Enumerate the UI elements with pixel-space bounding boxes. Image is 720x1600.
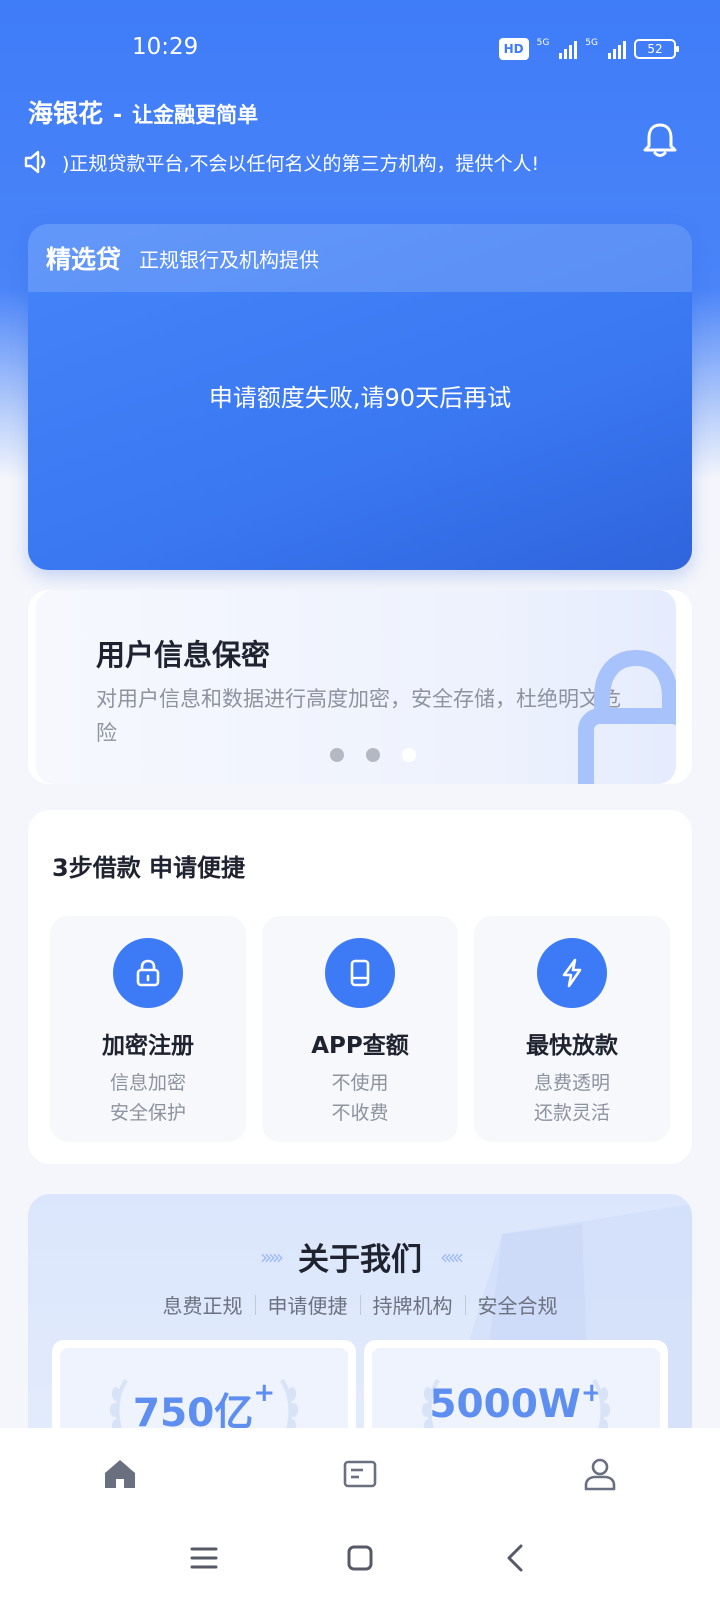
lock-icon [113, 938, 183, 1008]
user-icon[interactable] [580, 1454, 620, 1494]
step-card-loan[interactable]: 最快放款 息费透明 还款灵活 [474, 916, 670, 1142]
loan-card-title: 精选贷 [46, 245, 122, 274]
chevrons-left-icon: ‹‹‹‹‹ [440, 1244, 464, 1269]
steps-section: 3步借款 申请便捷 加密注册 信息加密 安全保护 APP查额 不使用 不收费 最… [28, 810, 692, 1164]
step-title: 加密注册 [102, 1033, 194, 1059]
tag-divider [359, 1294, 361, 1315]
chevrons-right-icon: ››››› [260, 1244, 284, 1269]
step-desc: 信息加密 [109, 1072, 186, 1094]
about-tags: 息费正规 申请便捷 持牌机构 安全合规 [28, 1290, 692, 1319]
about-tag: 安全合规 [477, 1294, 558, 1318]
status-indicators: HD 5G 5G 52 [498, 38, 679, 60]
promo-slide: 用户信息保密 对用户信息和数据进行高度加密，安全存储，杜绝明文危险 [36, 590, 676, 784]
brand-slogan: 让金融更简单 [132, 103, 259, 127]
tag-divider [254, 1294, 256, 1315]
system-nav-bar [0, 1518, 720, 1600]
home-icon[interactable] [100, 1454, 140, 1494]
step-title: APP查额 [311, 1033, 409, 1059]
speaker-icon [24, 150, 46, 174]
steps-title: 3步借款 申请便捷 [52, 854, 246, 882]
about-tag: 持牌机构 [372, 1294, 453, 1318]
notice-marquee[interactable]: )正规贷款平台,不会以任何名义的第三方机构，提供个人! [22, 144, 592, 180]
promo-title: 用户信息保密 [96, 638, 271, 672]
status-bar: 10:29 HD 5G 5G 52 [0, 30, 720, 70]
lightning-icon [537, 938, 607, 1008]
network-type-1: 5G [536, 38, 550, 48]
carousel-dot-active[interactable] [402, 748, 416, 762]
about-title: 关于我们 [298, 1242, 422, 1278]
carousel-indicator [330, 748, 416, 762]
step-card-register[interactable]: 加密注册 信息加密 安全保护 [50, 916, 246, 1142]
step-desc: 安全保护 [109, 1102, 186, 1124]
home-square-icon[interactable] [340, 1538, 380, 1578]
network-type-2: 5G [585, 38, 598, 48]
stat-value: 5000W+ [429, 1378, 603, 1427]
brand-name: 海银花 [28, 99, 104, 128]
status-time: 10:29 [132, 34, 199, 60]
signal-icon [608, 39, 626, 59]
carousel-dot[interactable] [366, 748, 380, 762]
back-icon[interactable] [496, 1538, 536, 1578]
step-desc: 息费透明 [533, 1072, 610, 1094]
about-tag: 息费正规 [162, 1294, 243, 1318]
carousel-dot[interactable] [330, 748, 344, 762]
step-title: 最快放款 [526, 1033, 618, 1059]
brand-separator: - [113, 103, 123, 128]
step-desc: 不收费 [331, 1102, 389, 1124]
tablet-icon [325, 938, 395, 1008]
loan-card[interactable]: 精选贷 正规银行及机构提供 申请额度失败,请90天后再试 [28, 224, 692, 570]
bottom-tab-bar [0, 1428, 720, 1518]
promo-description: 对用户信息和数据进行高度加密，安全存储，杜绝明文危险 [96, 687, 621, 745]
step-card-check[interactable]: APP查额 不使用 不收费 [262, 916, 458, 1142]
tag-divider [464, 1294, 466, 1315]
about-title-row: ››››› 关于我们 ‹‹‹‹‹ [28, 1234, 692, 1279]
brand-header: 海银花 - 让金融更简单 [28, 94, 258, 130]
loan-status-message: 申请额度失败,请90天后再试 [208, 384, 512, 412]
hd-indicator: HD [498, 38, 529, 60]
bell-icon[interactable] [640, 120, 680, 160]
step-desc: 不使用 [331, 1072, 389, 1094]
battery-icon: 52 [634, 39, 679, 59]
loan-card-header: 精选贷 正规银行及机构提供 [28, 224, 692, 292]
promo-carousel[interactable]: 用户信息保密 对用户信息和数据进行高度加密，安全存储，杜绝明文危险 [28, 590, 692, 784]
about-tag: 申请便捷 [267, 1294, 348, 1318]
notice-text: )正规贷款平台,不会以任何名义的第三方机构，提供个人! [62, 152, 540, 175]
signal-icon [559, 39, 578, 59]
list-icon[interactable] [340, 1454, 380, 1494]
loan-card-subtitle: 正规银行及机构提供 [139, 247, 320, 272]
step-desc: 还款灵活 [533, 1102, 610, 1124]
lock-illustration-icon [578, 649, 676, 784]
menu-icon[interactable] [184, 1538, 224, 1578]
